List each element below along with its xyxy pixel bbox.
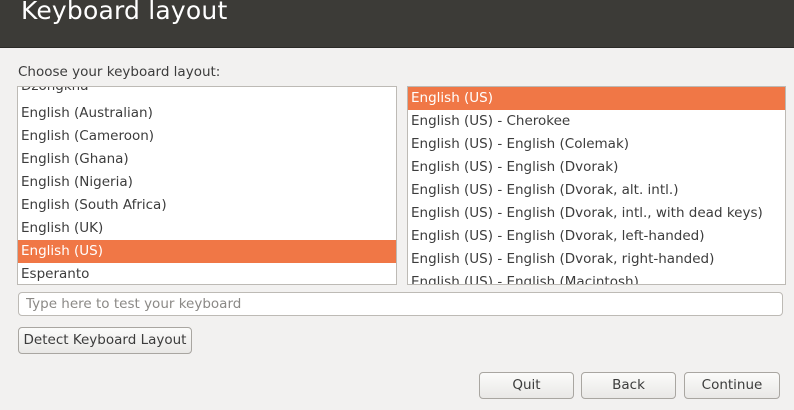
keyboard-test-input[interactable] [18, 292, 783, 316]
layout-list-item[interactable]: English (South Africa) [18, 194, 396, 217]
layout-list-item[interactable]: English (Ghana) [18, 148, 396, 171]
title-bar: Keyboard layout [0, 0, 794, 48]
variant-list-item[interactable]: English (US) - English (Dvorak, right-ha… [408, 248, 785, 271]
variant-list-item[interactable]: English (US) - English (Dvorak, intl., w… [408, 202, 785, 225]
variant-list-item[interactable]: English (US) - English (Dvorak, left-han… [408, 225, 785, 248]
variant-list-item[interactable]: English (US) - Cherokee [408, 110, 785, 133]
layout-list-item[interactable]: English (UK) [18, 217, 396, 240]
layout-list-item[interactable]: English (Cameroon) [18, 125, 396, 148]
variant-list-item[interactable]: English (US) - English (Colemak) [408, 133, 785, 156]
layout-variant-list[interactable]: English (US) English (US) - Cherokee Eng… [407, 86, 786, 285]
layout-list-item[interactable]: Esperanto [18, 263, 396, 284]
layout-list-item-selected[interactable]: English (US) [18, 240, 396, 263]
continue-button[interactable]: Continue [684, 372, 780, 399]
choose-layout-label: Choose your keyboard layout: [18, 64, 221, 80]
layout-list-item[interactable]: English (Nigeria) [18, 171, 396, 194]
layout-list[interactable]: Dzongkha English (Australian) English (C… [17, 86, 397, 285]
layout-list-item[interactable]: English (Australian) [18, 102, 396, 125]
variant-list-item[interactable]: English (US) - English (Dvorak, alt. int… [408, 179, 785, 202]
variant-list-item[interactable]: English (US) - English (Dvorak) [408, 156, 785, 179]
quit-button[interactable]: Quit [479, 372, 574, 399]
layout-list-item[interactable]: Dzongkha [18, 87, 396, 98]
detect-keyboard-layout-button[interactable]: Detect Keyboard Layout [18, 327, 192, 354]
back-button[interactable]: Back [581, 372, 676, 399]
keyboard-layout-page: Choose your keyboard layout: Dzongkha En… [0, 48, 794, 410]
variant-list-item-selected[interactable]: English (US) [408, 87, 785, 110]
variant-list-item[interactable]: English (US) - English (Macintosh) [408, 271, 785, 284]
window-title: Keyboard layout [21, 0, 228, 25]
